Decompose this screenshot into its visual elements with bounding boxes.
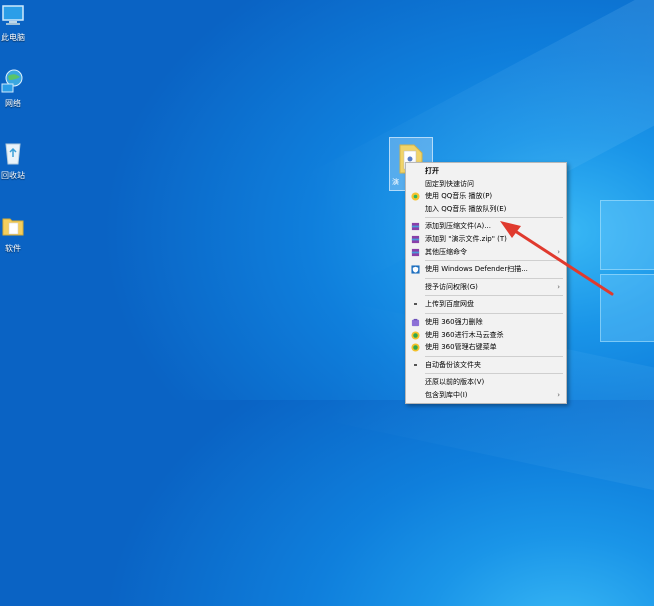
menu-item-label: 自动备份该文件夹 [425, 360, 481, 369]
winrar-icon [411, 223, 420, 231]
desktop-icon-label: 回收站 [1, 171, 25, 180]
360-manage-icon [411, 343, 420, 352]
menu-separator [425, 295, 563, 297]
desktop-icon-recycle-bin[interactable]: 回收站 [0, 140, 30, 181]
menu-item-grant-access[interactable]: 授予访问权限(G) › [406, 281, 566, 294]
menu-item-open[interactable]: 打开 [406, 165, 566, 178]
menu-item-upload-baidu[interactable]: 上传到百度网盘 [406, 298, 566, 311]
desktop-icon-this-pc[interactable]: 此电脑 [0, 2, 30, 43]
menu-item-label: 加入 QQ音乐 播放队列(E) [425, 204, 507, 213]
menu-separator [425, 277, 563, 279]
menu-item-label: 上传到百度网盘 [425, 300, 474, 309]
defender-shield-icon [411, 265, 420, 274]
menu-item-label: 打开 [425, 167, 439, 175]
desktop-icon-network[interactable]: 网络 [0, 68, 30, 109]
menu-item-add-archive[interactable]: 添加到压缩文件(A)... [406, 220, 566, 233]
menu-item-add-zip[interactable]: 添加到 "演示文件.zip" (T) [406, 233, 566, 246]
desktop-icon-label: 网络 [5, 99, 21, 108]
menu-item-360-delete[interactable]: 使用 360强力删除 [406, 316, 566, 329]
winrar-icon [411, 248, 420, 256]
qq-music-icon [411, 192, 420, 201]
menu-separator [425, 373, 563, 375]
menu-item-label: 使用 360强力删除 [425, 317, 483, 326]
menu-item-label: 其他压缩命令 [425, 247, 467, 256]
desktop-icon-label: 软件 [5, 244, 21, 253]
360-scan-icon [411, 330, 420, 340]
menu-item-label: 添加到 "演示文件.zip" (T) [425, 234, 507, 243]
menu-item-other-compress[interactable]: 其他压缩命令 › [406, 246, 566, 259]
submenu-arrow-icon: › [557, 282, 560, 291]
windows-logo-pane [600, 200, 654, 270]
windows-logo-pane [600, 274, 654, 342]
menu-item-restore-versions[interactable]: 还原以前的版本(V) [406, 376, 566, 389]
menu-item-qq-play[interactable]: 使用 QQ音乐 播放(P) [406, 190, 566, 203]
menu-item-label: 还原以前的版本(V) [425, 378, 485, 387]
menu-item-label: 固定到快速访问 [425, 179, 474, 188]
menu-separator [425, 217, 563, 219]
menu-item-label: 使用 360进行木马云查杀 [425, 330, 504, 339]
menu-item-qq-queue[interactable]: 加入 QQ音乐 播放队列(E) [406, 203, 566, 216]
network-icon [1, 69, 23, 93]
menu-separator [425, 260, 563, 262]
menu-item-label: 添加到压缩文件(A)... [425, 222, 491, 231]
menu-item-label: 使用 QQ音乐 播放(P) [425, 192, 493, 201]
menu-separator [425, 355, 563, 357]
file-label: 演 [392, 178, 399, 186]
menu-item-label: 授予访问权限(G) [425, 282, 478, 291]
desktop-icon-label: 此电脑 [1, 33, 25, 42]
360-delete-icon [411, 318, 420, 327]
submenu-arrow-icon: › [557, 247, 560, 256]
menu-item-360-manage[interactable]: 使用 360管理右键菜单 [406, 341, 566, 354]
recycle-bin-icon [5, 143, 21, 165]
bullet-icon [414, 303, 417, 306]
menu-item-defender-scan[interactable]: 使用 Windows Defender扫描... [406, 263, 566, 276]
menu-item-label: 包含到库中(I) [425, 390, 468, 399]
menu-item-label: 使用 360管理右键菜单 [425, 343, 497, 352]
winrar-icon [411, 235, 420, 244]
computer-icon [2, 5, 24, 25]
menu-item-360-scan[interactable]: 使用 360进行木马云查杀 [406, 329, 566, 342]
menu-item-label: 使用 Windows Defender扫描... [425, 265, 528, 274]
desktop-icon-software[interactable]: 软件 [0, 213, 30, 254]
bullet-icon [414, 363, 417, 366]
menu-separator [425, 312, 563, 314]
context-menu: 打开 固定到快速访问 使用 QQ音乐 播放(P) 加入 QQ音乐 播放队列(E)… [405, 162, 567, 404]
menu-item-auto-backup[interactable]: 自动备份该文件夹 [406, 359, 566, 372]
menu-item-pin-quick-access[interactable]: 固定到快速访问 [406, 178, 566, 191]
folder-icon [2, 218, 24, 236]
